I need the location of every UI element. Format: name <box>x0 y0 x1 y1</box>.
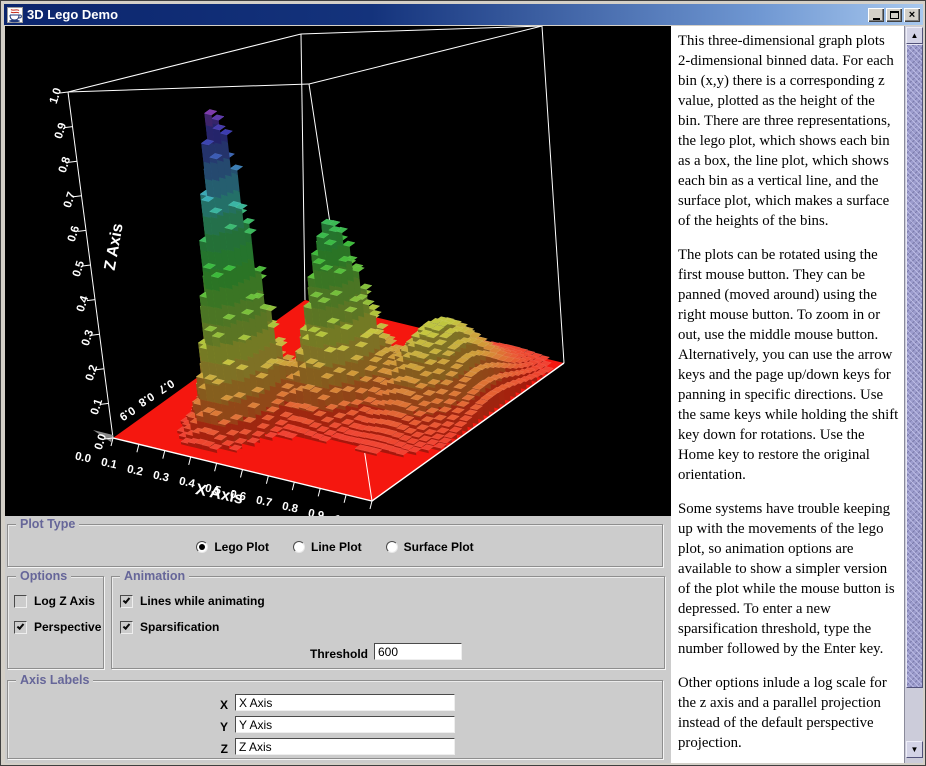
scroll-up-button[interactable]: ▲ <box>906 27 923 44</box>
description-paragraph: Other options inlude a log scale for the… <box>678 673 899 753</box>
checkbox-icon <box>120 621 133 634</box>
application-window: 3D Lego Demo × 0.00.10.20.30.40.50.60.70… <box>0 0 926 766</box>
checkbox-icon <box>14 595 27 608</box>
axis-labels-panel: Axis Labels X Y Z <box>7 680 663 759</box>
threshold-input[interactable] <box>374 643 462 660</box>
window-title: 3D Lego Demo <box>27 7 118 22</box>
animation-panel-title: Animation <box>120 569 189 583</box>
checkbox-sparsification[interactable]: Sparsification <box>120 620 219 634</box>
plot-type-panel: Plot Type Lego Plot Line Plot Surface Pl… <box>7 524 663 567</box>
scroll-down-button[interactable]: ▼ <box>906 741 923 758</box>
description-paragraph: The plots can be rotated using the first… <box>678 245 899 485</box>
checkbox-log-z-axis[interactable]: Log Z Axis <box>14 594 95 608</box>
radio-button-icon <box>196 541 208 553</box>
description-panel: This three-dimensional graph plots 2-dim… <box>671 26 904 763</box>
radio-surface-plot-label: Surface Plot <box>404 540 474 554</box>
plot-type-panel-title: Plot Type <box>16 517 79 531</box>
z-axis-label-input[interactable] <box>235 738 455 755</box>
maximize-icon <box>890 11 899 19</box>
java-app-icon <box>7 7 23 23</box>
minimize-icon <box>873 18 880 20</box>
animation-panel: Animation Lines while animating Sparsifi… <box>111 576 665 669</box>
scroll-down-icon: ▼ <box>911 746 919 754</box>
checkbox-icon <box>120 595 133 608</box>
scroll-up-icon: ▲ <box>911 32 919 40</box>
options-panel: Options Log Z Axis Perspective <box>7 576 104 669</box>
z-axis-field-label: Z <box>188 742 228 756</box>
minimize-button[interactable] <box>868 8 884 22</box>
vertical-scrollbar[interactable]: ▲ ▼ <box>904 26 923 763</box>
radio-lego-plot-label: Lego Plot <box>214 540 269 554</box>
radio-button-icon <box>293 541 305 553</box>
checkbox-perspective-label: Perspective <box>34 620 101 634</box>
y-axis-label-input[interactable] <box>235 716 455 733</box>
titlebar[interactable]: 3D Lego Demo × <box>4 4 923 25</box>
axis-labels-panel-title: Axis Labels <box>16 673 93 687</box>
threshold-label: Threshold <box>262 647 368 661</box>
description-paragraph: Some systems have trouble keeping up wit… <box>678 499 899 659</box>
window-content: 0.00.10.20.30.40.50.60.70.80.91.00.00.10… <box>5 26 923 763</box>
radio-lego-plot[interactable]: Lego Plot <box>196 540 269 554</box>
control-panel-area: Plot Type Lego Plot Line Plot Surface Pl… <box>5 516 671 763</box>
scrollbar-thumb[interactable] <box>906 44 923 688</box>
checkbox-lines-while-animating-label: Lines while animating <box>140 594 265 608</box>
checkbox-icon <box>14 621 27 634</box>
close-icon: × <box>909 10 915 20</box>
options-panel-title: Options <box>16 569 71 583</box>
maximize-button[interactable] <box>886 8 902 22</box>
radio-line-plot[interactable]: Line Plot <box>293 540 362 554</box>
y-axis-field-label: Y <box>188 720 228 734</box>
checkbox-lines-while-animating[interactable]: Lines while animating <box>120 594 265 608</box>
description-paragraph: This three-dimensional graph plots 2-dim… <box>678 31 899 231</box>
close-button[interactable]: × <box>904 8 920 22</box>
x-axis-label-input[interactable] <box>235 694 455 711</box>
checkbox-perspective[interactable]: Perspective <box>14 620 101 634</box>
lego-plot-canvas[interactable]: 0.00.10.20.30.40.50.60.70.80.91.00.00.10… <box>5 26 671 516</box>
checkbox-sparsification-label: Sparsification <box>140 620 219 634</box>
radio-line-plot-label: Line Plot <box>311 540 362 554</box>
radio-button-icon <box>386 541 398 553</box>
checkbox-log-z-axis-label: Log Z Axis <box>34 594 95 608</box>
radio-surface-plot[interactable]: Surface Plot <box>386 540 474 554</box>
x-axis-field-label: X <box>188 698 228 712</box>
